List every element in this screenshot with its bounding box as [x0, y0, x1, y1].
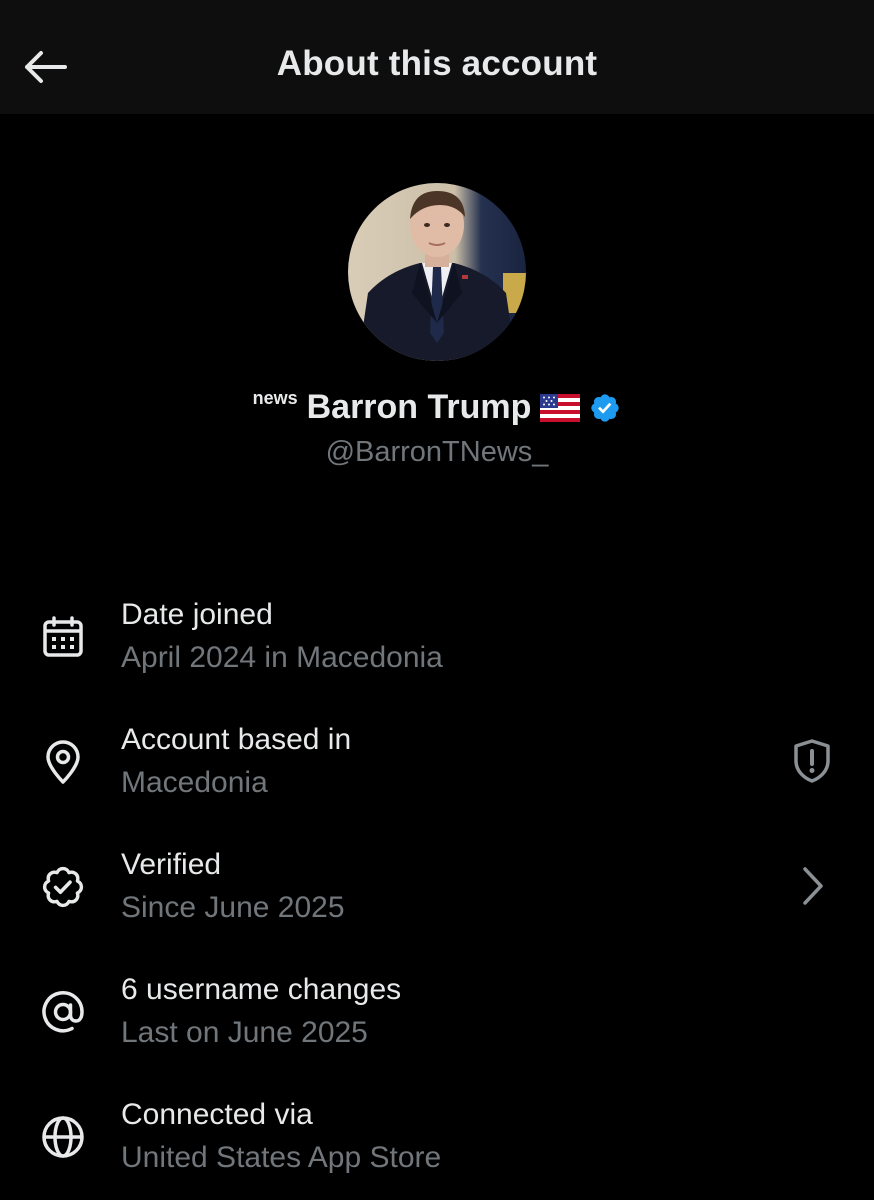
row-title: Verified — [121, 848, 222, 881]
page-title: About this account — [276, 44, 598, 83]
chevron-right-icon[interactable] — [784, 858, 840, 914]
at-sign-icon — [38, 987, 88, 1037]
profile-name-row: news Barron Trump — [0, 388, 874, 427]
info-row-verified[interactable]: Verified Since June 2025 — [0, 840, 874, 940]
row-title: 6 username changes — [121, 973, 402, 1006]
info-row-connected-via: Connected via United States App Store — [0, 1090, 874, 1190]
display-name: Barron Trump — [306, 388, 532, 426]
info-row-username-changes: 6 username changes Last on June 2025 — [0, 965, 874, 1065]
row-subtitle: Macedonia — [121, 766, 268, 799]
profile-handle: @BarronTNews_ — [325, 436, 549, 468]
verified-seal-icon — [38, 862, 88, 912]
verified-badge-icon[interactable] — [589, 392, 621, 424]
row-title: Account based in — [121, 723, 352, 756]
top-bar: About this account — [0, 0, 874, 114]
info-row-date-joined: Date joined April 2024 in Macedonia — [0, 590, 874, 690]
calendar-icon — [38, 612, 88, 662]
row-title: Connected via — [121, 1098, 313, 1131]
avatar[interactable] — [348, 183, 526, 361]
name-prefix: news — [252, 388, 298, 408]
location-pin-icon — [38, 737, 88, 787]
row-subtitle: United States App Store — [121, 1141, 442, 1174]
row-subtitle: Since June 2025 — [121, 891, 345, 924]
shield-alert-icon[interactable] — [784, 733, 840, 789]
row-subtitle: April 2024 in Macedonia — [121, 641, 443, 674]
info-row-account-based-in: Account based in Macedonia — [0, 715, 874, 815]
us-flag-icon — [540, 393, 581, 422]
row-subtitle: Last on June 2025 — [121, 1016, 368, 1049]
row-title: Date joined — [121, 598, 273, 631]
globe-icon — [38, 1112, 88, 1162]
